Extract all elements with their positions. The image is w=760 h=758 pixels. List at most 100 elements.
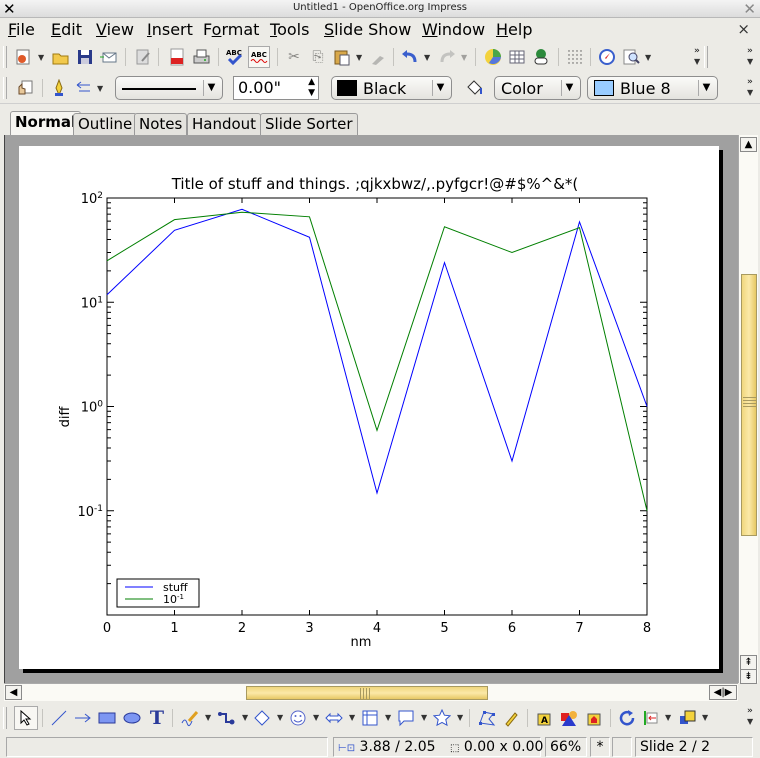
arrange-dropdown-icon[interactable]: ▼ <box>702 713 708 722</box>
area-fill-icon[interactable] <box>463 77 485 99</box>
line-color-dropdown-icon[interactable]: ▼ <box>432 80 448 96</box>
menu-slide-show[interactable]: Slide Show <box>322 20 413 39</box>
toolbar-overflow-icon-2[interactable]: » <box>747 46 753 56</box>
symbol-shapes-icon[interactable] <box>287 707 309 729</box>
connector-dropdown-icon[interactable]: ▼ <box>242 713 248 722</box>
previous-slide-button[interactable]: ⇞ <box>740 655 757 670</box>
select-pointer-icon[interactable] <box>14 706 38 730</box>
tab-notes[interactable]: Notes <box>134 113 188 135</box>
scroll-up-button[interactable]: ▲ <box>740 137 757 152</box>
toolbar-overflow-icon[interactable]: » <box>694 46 700 56</box>
block-arrows-icon[interactable] <box>323 707 345 729</box>
line-width-field[interactable]: 0.00" ▲ ▼ <box>233 76 319 100</box>
undo-icon[interactable] <box>399 46 421 68</box>
arrow-style-dropdown-icon[interactable]: ▼ <box>97 84 103 93</box>
rotate-icon[interactable] <box>616 707 638 729</box>
paste-dropdown-icon[interactable]: ▼ <box>356 53 362 62</box>
grid-icon[interactable] <box>564 46 586 68</box>
slide-canvas[interactable]: Title of stuff and things. ;qjkxbwz/,.py… <box>19 146 719 669</box>
gallery-icon[interactable] <box>583 707 605 729</box>
line-tool-icon[interactable] <box>48 707 70 729</box>
navigator-compass-icon[interactable] <box>596 46 618 68</box>
chart-icon[interactable] <box>482 46 504 68</box>
undo-dropdown-icon[interactable]: ▼ <box>424 53 430 62</box>
toolbar-grip[interactable] <box>3 46 7 68</box>
window-close-icon[interactable]: ✕ <box>743 0 756 18</box>
block-arrows-dropdown-icon[interactable]: ▼ <box>349 713 355 722</box>
paste-icon[interactable] <box>331 46 353 68</box>
line-style-dropdown-icon[interactable]: ▼ <box>203 80 219 96</box>
callouts-icon[interactable] <box>395 707 417 729</box>
toolbar-overflow-dropdown-icon[interactable]: ▼ <box>694 57 700 66</box>
zoom-dropdown-icon[interactable]: ▼ <box>645 53 651 62</box>
status-zoom[interactable]: 66% <box>545 737 587 757</box>
stars-dropdown-icon[interactable]: ▼ <box>457 713 463 722</box>
chart[interactable]: Title of stuff and things. ;qjkxbwz/,.py… <box>19 146 719 669</box>
from-file-icon[interactable] <box>558 707 580 729</box>
area-fill-select[interactable]: Blue 8 ▼ <box>587 76 718 100</box>
connector-tool-icon[interactable] <box>215 707 237 729</box>
new-icon[interactable] <box>12 46 34 68</box>
print-icon[interactable] <box>190 46 212 68</box>
format-paintbrush-icon[interactable] <box>367 46 389 68</box>
line-width-spinner[interactable]: ▲ ▼ <box>308 77 315 99</box>
document-close-icon[interactable]: × <box>737 20 750 38</box>
toolbar-overflow-icon-3[interactable]: » <box>747 77 753 87</box>
toolbar-overflow-dropdown-icon-3[interactable]: ▼ <box>747 88 753 97</box>
tab-handout[interactable]: Handout <box>187 113 262 135</box>
select-hand-icon[interactable] <box>14 77 36 99</box>
basic-shapes-icon[interactable] <box>251 707 273 729</box>
menu-view[interactable]: View <box>94 20 136 39</box>
copy-icon[interactable]: ⎘ <box>307 46 329 68</box>
redo-icon[interactable] <box>436 46 458 68</box>
drawbar-overflow-icon[interactable]: » <box>747 706 753 716</box>
curve-dropdown-icon[interactable]: ▼ <box>205 713 211 722</box>
callouts-dropdown-icon[interactable]: ▼ <box>421 713 427 722</box>
new-dropdown-icon[interactable]: ▼ <box>38 53 44 62</box>
line-style-select[interactable]: ▼ <box>115 76 223 100</box>
horizontal-scroll-thumb[interactable] <box>246 686 488 700</box>
area-fill-dropdown-icon[interactable]: ▼ <box>698 80 714 96</box>
basic-shapes-dropdown-icon[interactable]: ▼ <box>277 713 283 722</box>
flowchart-dropdown-icon[interactable]: ▼ <box>385 713 391 722</box>
curve-tool-icon[interactable] <box>179 707 201 729</box>
tab-outline[interactable]: Outline <box>73 113 138 135</box>
toolbar-overflow-dropdown-icon-2[interactable]: ▼ <box>747 57 753 66</box>
save-icon[interactable] <box>74 46 96 68</box>
alignment-icon[interactable] <box>640 707 662 729</box>
export-pdf-icon[interactable] <box>166 46 188 68</box>
toolbar-grip[interactable] <box>3 77 7 99</box>
redo-dropdown-icon[interactable]: ▼ <box>461 53 467 62</box>
table-icon[interactable] <box>506 46 528 68</box>
drawbar-overflow-dropdown-icon[interactable]: ▼ <box>747 717 753 726</box>
points-edit-icon[interactable] <box>476 707 498 729</box>
edit-file-icon[interactable] <box>132 46 154 68</box>
status-signature[interactable] <box>612 737 632 757</box>
area-style-select[interactable]: Color ▼ <box>494 76 581 100</box>
line-style-icon[interactable] <box>48 77 70 99</box>
tab-normal[interactable]: Normal <box>10 111 82 135</box>
spellcheck-icon[interactable]: ABC <box>224 46 246 68</box>
line-color-select[interactable]: Black ▼ <box>331 76 452 100</box>
toolbar-grip[interactable] <box>3 707 7 729</box>
arrow-line-tool-icon[interactable] <box>72 707 94 729</box>
scroll-left-right-buttons[interactable]: ◀|▶ <box>709 685 737 700</box>
menu-edit[interactable]: Edit <box>49 20 84 39</box>
zoom-icon[interactable] <box>620 46 642 68</box>
cut-icon[interactable]: ✂ <box>283 46 305 68</box>
flowchart-icon[interactable] <box>359 707 381 729</box>
menu-format[interactable]: Format <box>201 20 261 39</box>
menu-insert[interactable]: Insert <box>145 20 195 39</box>
vertical-scrollbar[interactable]: ▲ ⇞ ⇟ <box>738 135 758 684</box>
ellipse-tool-icon[interactable] <box>121 707 143 729</box>
email-icon[interactable] <box>98 46 120 68</box>
menu-window[interactable]: Window <box>420 20 487 39</box>
autospellcheck-icon[interactable]: ABC <box>248 46 270 68</box>
area-style-dropdown-icon[interactable]: ▼ <box>561 80 577 96</box>
arrange-icon[interactable] <box>677 707 699 729</box>
stars-icon[interactable] <box>431 707 453 729</box>
fontwork-icon[interactable]: A <box>533 707 555 729</box>
menu-tools[interactable]: Tools <box>268 20 311 39</box>
vertical-scroll-thumb[interactable] <box>741 274 757 536</box>
navigator-icon[interactable] <box>530 46 552 68</box>
